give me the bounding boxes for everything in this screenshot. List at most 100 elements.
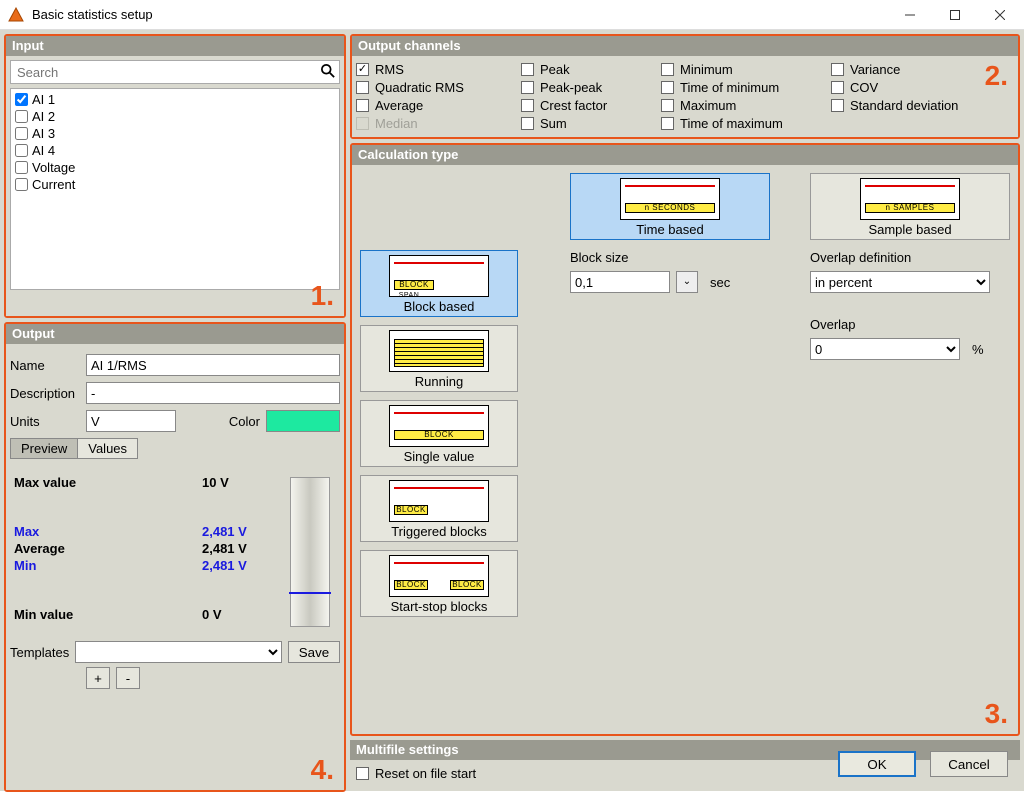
block-size-field[interactable] <box>570 271 670 293</box>
input-item-checkbox[interactable] <box>15 93 28 106</box>
save-template-button[interactable]: Save <box>288 641 340 663</box>
channel-label: Maximum <box>680 98 736 113</box>
channel-checkbox[interactable]: Maximum <box>661 98 831 113</box>
channel-checkbox: Median <box>356 116 521 131</box>
input-item[interactable]: Current <box>13 176 337 193</box>
channel-checkbox[interactable]: Standard deviation <box>831 98 1018 113</box>
checkbox-icon <box>831 63 844 76</box>
cancel-button[interactable]: Cancel <box>930 751 1008 777</box>
channel-checkbox[interactable]: Crest factor <box>521 98 661 113</box>
input-item-checkbox[interactable] <box>15 144 28 157</box>
window-title: Basic statistics setup <box>32 7 153 22</box>
input-item-label: AI 3 <box>32 125 55 142</box>
channel-checkbox[interactable]: Time of minimum <box>661 80 831 95</box>
overlap-unit: % <box>972 342 984 357</box>
block-size-label: Block size <box>570 250 780 265</box>
channel-label: Average <box>375 98 423 113</box>
channel-label: Standard deviation <box>850 98 958 113</box>
color-label: Color <box>229 414 260 429</box>
input-item-label: AI 4 <box>32 142 55 159</box>
input-item[interactable]: AI 3 <box>13 125 337 142</box>
min-val: 2,481 V <box>202 558 278 573</box>
checkbox-icon <box>661 81 674 94</box>
max-val: 2,481 V <box>202 524 278 539</box>
app-icon <box>8 7 24 23</box>
overlap-select[interactable]: 0 <box>810 338 960 360</box>
input-item-checkbox[interactable] <box>15 127 28 140</box>
tile-sample-based[interactable]: n SAMPLES Sample based <box>810 173 1010 240</box>
calculation-type-header: Calculation type <box>352 145 1018 165</box>
tile-start-stop-blocks[interactable]: BLOCKBLOCK Start-stop blocks <box>360 550 518 617</box>
name-field[interactable] <box>86 354 340 376</box>
description-field[interactable] <box>86 382 340 404</box>
checkbox-icon <box>831 99 844 112</box>
search-input[interactable] <box>15 64 321 81</box>
color-swatch[interactable] <box>266 410 340 432</box>
input-item[interactable]: AI 1 <box>13 91 337 108</box>
input-item[interactable]: AI 2 <box>13 108 337 125</box>
channel-checkbox[interactable]: ✓ RMS <box>356 62 521 77</box>
tile-single-value[interactable]: BLOCK Single value <box>360 400 518 467</box>
channel-label: Peak-peak <box>540 80 602 95</box>
ok-button[interactable]: OK <box>838 751 916 777</box>
max-value-val: 10 V <box>202 475 278 490</box>
input-item-label: Current <box>32 176 75 193</box>
checkbox-icon <box>356 117 369 130</box>
search-input-wrap[interactable] <box>10 60 340 84</box>
channel-checkbox[interactable]: Peak <box>521 62 661 77</box>
units-label: Units <box>10 414 80 429</box>
input-item[interactable]: AI 4 <box>13 142 337 159</box>
description-label: Description <box>10 386 80 401</box>
checkbox-icon <box>356 99 369 112</box>
input-item-checkbox[interactable] <box>15 178 28 191</box>
checkbox-icon: ✓ <box>356 63 369 76</box>
templates-select[interactable] <box>75 641 282 663</box>
minimize-button[interactable] <box>887 0 932 30</box>
channel-checkbox[interactable]: Quadratic RMS <box>356 80 521 95</box>
overlap-label: Overlap <box>810 317 1010 332</box>
checkbox-icon <box>521 99 534 112</box>
overlap-def-label: Overlap definition <box>810 250 1010 265</box>
checkbox-icon <box>661 99 674 112</box>
channel-checkbox[interactable]: Peak-peak <box>521 80 661 95</box>
maximize-button[interactable] <box>932 0 977 30</box>
units-field[interactable] <box>86 410 176 432</box>
channel-label: COV <box>850 80 878 95</box>
channel-label: Median <box>375 116 418 131</box>
channel-checkbox[interactable]: COV <box>831 80 1018 95</box>
tile-time-based[interactable]: n SECONDS Time based <box>570 173 770 240</box>
input-header: Input <box>6 36 344 56</box>
tab-values[interactable]: Values <box>77 438 138 459</box>
tab-preview[interactable]: Preview <box>10 438 77 459</box>
channel-label: Sum <box>540 116 567 131</box>
titlebar: Basic statistics setup <box>0 0 1024 30</box>
channel-checkbox[interactable]: Variance <box>831 62 1018 77</box>
tile-block-based[interactable]: BLOCK SPAN Block based <box>360 250 518 317</box>
channel-checkbox[interactable]: Average <box>356 98 521 113</box>
input-item-label: AI 1 <box>32 91 55 108</box>
checkbox-icon <box>831 81 844 94</box>
output-header: Output <box>6 324 344 344</box>
calculation-type-panel: Calculation type n SECONDS Time based n … <box>350 143 1020 736</box>
channel-checkbox[interactable]: Time of maximum <box>661 116 831 131</box>
checkbox-icon <box>521 117 534 130</box>
input-item-checkbox[interactable] <box>15 161 28 174</box>
remove-template-button[interactable]: - <box>116 667 140 689</box>
channel-label: Time of maximum <box>680 116 783 131</box>
tile-triggered-blocks[interactable]: BLOCK Triggered blocks <box>360 475 518 542</box>
channel-label: RMS <box>375 62 404 77</box>
close-button[interactable] <box>977 0 1022 30</box>
min-value-val: 0 V <box>202 607 278 622</box>
channel-label: Minimum <box>680 62 733 77</box>
add-template-button[interactable]: + <box>86 667 110 689</box>
block-size-unit-dropdown[interactable]: ⌄ <box>676 271 698 293</box>
overlap-def-select[interactable]: in percent <box>810 271 990 293</box>
output-panel: Output Name Description Units Color <box>4 322 346 792</box>
channel-checkbox[interactable]: Sum <box>521 116 661 131</box>
max-value-label: Max value <box>14 475 202 490</box>
tile-running[interactable]: Running <box>360 325 518 392</box>
input-item-checkbox[interactable] <box>15 110 28 123</box>
channel-checkbox[interactable]: Minimum <box>661 62 831 77</box>
input-channel-list[interactable]: AI 1AI 2AI 3AI 4VoltageCurrent <box>10 88 340 290</box>
input-item[interactable]: Voltage <box>13 159 337 176</box>
